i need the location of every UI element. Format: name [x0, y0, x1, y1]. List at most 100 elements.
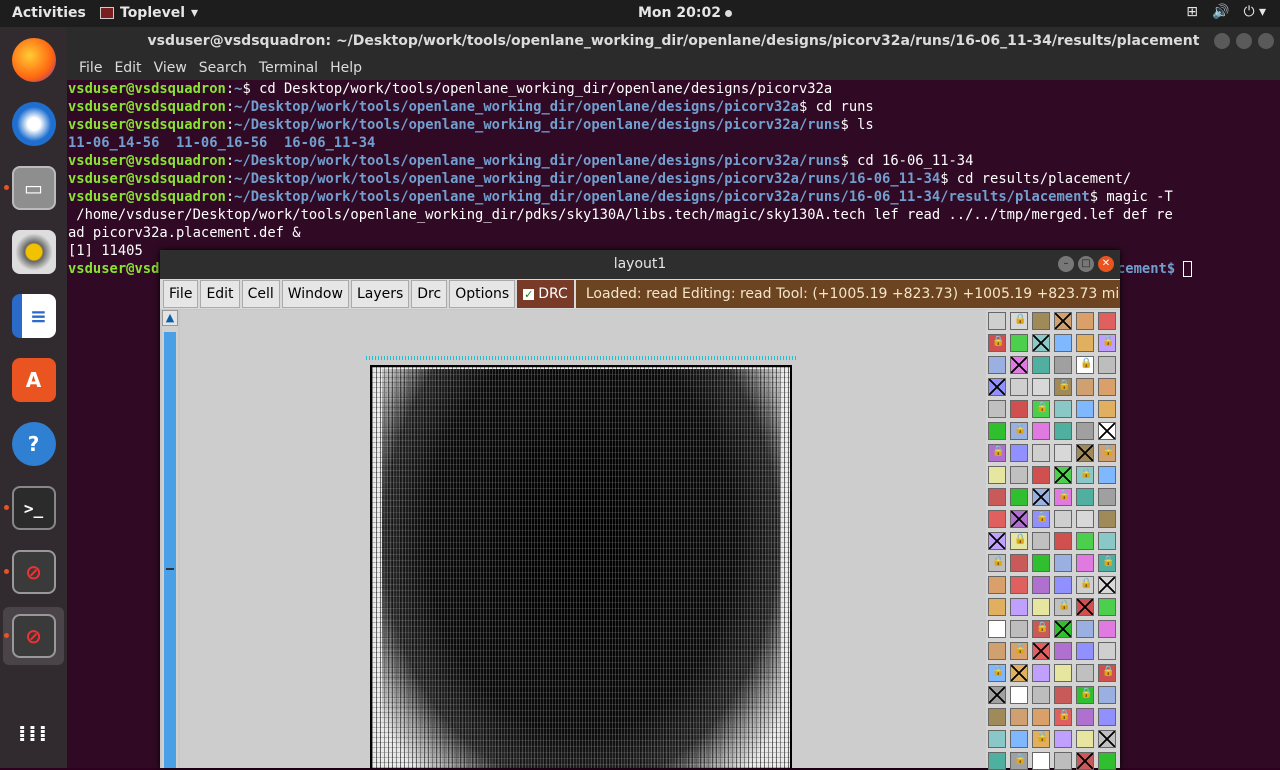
dock-firefox[interactable]: [3, 31, 64, 89]
layer-swatch[interactable]: [1032, 598, 1050, 616]
layer-swatch[interactable]: [1076, 554, 1094, 572]
layer-swatch[interactable]: [1032, 466, 1050, 484]
layer-swatch[interactable]: [1032, 400, 1050, 418]
layer-swatch[interactable]: [1010, 686, 1028, 704]
layer-swatch[interactable]: [1054, 334, 1072, 352]
layer-swatch[interactable]: [988, 664, 1006, 682]
layer-swatch[interactable]: [1032, 312, 1050, 330]
dock-writer[interactable]: ≡: [3, 287, 64, 345]
layer-swatch[interactable]: [988, 312, 1006, 330]
layer-swatch[interactable]: [988, 620, 1006, 638]
menu-search[interactable]: Search: [193, 60, 253, 76]
layer-swatch[interactable]: [1010, 444, 1028, 462]
layer-swatch[interactable]: [1054, 400, 1072, 418]
layer-swatch[interactable]: [988, 532, 1006, 550]
layer-swatch[interactable]: [1010, 510, 1028, 528]
layer-swatch[interactable]: [1098, 334, 1116, 352]
layer-swatch[interactable]: [988, 598, 1006, 616]
layer-swatch[interactable]: [1076, 686, 1094, 704]
layer-swatch[interactable]: [988, 642, 1006, 660]
layer-swatch[interactable]: [1010, 620, 1028, 638]
dock-show-apps[interactable]: ⁞⁞⁞: [3, 705, 64, 763]
layer-swatch[interactable]: [1076, 444, 1094, 462]
layer-swatch[interactable]: [1054, 422, 1072, 440]
maximize-icon[interactable]: □: [1078, 256, 1094, 272]
layer-swatch[interactable]: [1010, 422, 1028, 440]
system-tray[interactable]: ⊞ 🔊 ⏻ ▾: [1186, 4, 1266, 20]
layer-swatch[interactable]: [988, 576, 1006, 594]
app-menu[interactable]: Toplevel ▾: [100, 5, 198, 21]
menu-terminal[interactable]: Terminal: [253, 60, 324, 76]
power-icon[interactable]: ⏻ ▾: [1243, 4, 1266, 20]
layer-swatch[interactable]: [1010, 554, 1028, 572]
layer-swatch[interactable]: [1054, 356, 1072, 374]
layer-swatch[interactable]: [988, 488, 1006, 506]
layer-swatch[interactable]: [1032, 620, 1050, 638]
layer-swatch[interactable]: [1076, 620, 1094, 638]
dock-terminal[interactable]: >_: [3, 479, 64, 537]
layer-swatch[interactable]: [1032, 488, 1050, 506]
layer-swatch[interactable]: [1032, 444, 1050, 462]
layer-swatch[interactable]: [1032, 730, 1050, 748]
layer-swatch[interactable]: [1010, 312, 1028, 330]
minimize-icon[interactable]: –: [1058, 256, 1074, 272]
layer-palette[interactable]: [986, 310, 1120, 770]
layer-swatch[interactable]: [1010, 664, 1028, 682]
layer-swatch[interactable]: [1054, 444, 1072, 462]
layer-swatch[interactable]: [1076, 466, 1094, 484]
layer-swatch[interactable]: [1098, 422, 1116, 440]
layout-menu-options[interactable]: Options: [449, 280, 516, 308]
layer-swatch[interactable]: [1010, 576, 1028, 594]
drc-toggle[interactable]: ✓ DRC: [517, 280, 574, 308]
chip-placement-layout[interactable]: [370, 365, 792, 768]
layer-swatch[interactable]: [1032, 378, 1050, 396]
layer-swatch[interactable]: [1010, 598, 1028, 616]
layer-swatch[interactable]: [988, 752, 1006, 770]
layer-swatch[interactable]: [1076, 708, 1094, 726]
layer-swatch[interactable]: [1054, 730, 1072, 748]
layer-swatch[interactable]: [988, 686, 1006, 704]
layer-swatch[interactable]: [1010, 356, 1028, 374]
layer-swatch[interactable]: [1054, 642, 1072, 660]
layer-swatch[interactable]: [1054, 466, 1072, 484]
layer-swatch[interactable]: [1010, 400, 1028, 418]
layer-swatch[interactable]: [1076, 400, 1094, 418]
layout-menu-drc[interactable]: Drc: [411, 280, 448, 308]
layer-swatch[interactable]: [1010, 466, 1028, 484]
dock-help[interactable]: ?: [3, 415, 64, 473]
layout-menu-edit[interactable]: Edit: [200, 280, 240, 308]
layer-swatch[interactable]: [1098, 730, 1116, 748]
layer-swatch[interactable]: [1032, 752, 1050, 770]
layer-swatch[interactable]: [1054, 576, 1072, 594]
menu-help[interactable]: Help: [324, 60, 368, 76]
layer-swatch[interactable]: [1054, 620, 1072, 638]
layer-swatch[interactable]: [1054, 554, 1072, 572]
layer-swatch[interactable]: [1010, 752, 1028, 770]
layer-swatch[interactable]: [1032, 510, 1050, 528]
layer-swatch[interactable]: [1098, 686, 1116, 704]
layer-swatch[interactable]: [1054, 532, 1072, 550]
layer-swatch[interactable]: [1098, 356, 1116, 374]
minimize-icon[interactable]: [1214, 33, 1230, 49]
layer-swatch[interactable]: [1098, 466, 1116, 484]
layer-swatch[interactable]: [1098, 576, 1116, 594]
layer-swatch[interactable]: [1010, 488, 1028, 506]
layer-swatch[interactable]: [1098, 620, 1116, 638]
volume-icon[interactable]: 🔊: [1212, 4, 1229, 20]
layer-swatch[interactable]: [1076, 730, 1094, 748]
layer-swatch[interactable]: [1032, 576, 1050, 594]
layer-swatch[interactable]: [1076, 334, 1094, 352]
layer-swatch[interactable]: [1054, 664, 1072, 682]
maximize-icon[interactable]: [1236, 33, 1252, 49]
layer-swatch[interactable]: [1098, 708, 1116, 726]
layer-swatch[interactable]: [1098, 488, 1116, 506]
layout-titlebar[interactable]: layout1 – □ ✕: [160, 250, 1120, 279]
layer-swatch[interactable]: [1098, 598, 1116, 616]
layer-swatch[interactable]: [1076, 576, 1094, 594]
layer-swatch[interactable]: [1010, 334, 1028, 352]
layout-menu-file[interactable]: File: [163, 280, 199, 308]
layer-swatch[interactable]: [1076, 378, 1094, 396]
layer-swatch[interactable]: [1032, 642, 1050, 660]
dock-rhythmbox[interactable]: [3, 223, 64, 281]
layer-swatch[interactable]: [1032, 686, 1050, 704]
